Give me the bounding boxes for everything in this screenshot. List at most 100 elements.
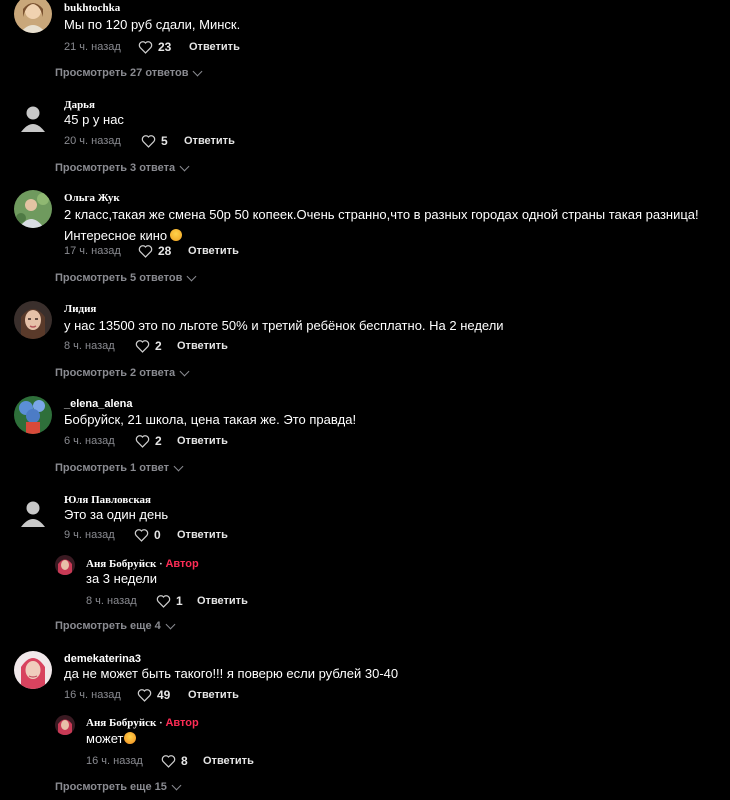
avatar[interactable] [14,0,52,33]
comment-text: Это за один день [64,507,169,522]
heart-icon [141,135,156,148]
view-replies-label: Просмотреть 3 ответа [55,162,176,174]
like-count: 2 [155,434,162,448]
view-replies-button[interactable]: Просмотреть еще 15 [55,780,182,793]
view-replies-button[interactable]: Просмотреть 27 ответов [55,66,203,79]
chevron-down-icon [179,161,190,171]
comment-time: 6 ч. назад [64,435,115,447]
reply-button[interactable]: Ответить [177,435,228,447]
comment-time: 9 ч. назад [64,529,115,541]
smiling-face-emoji-icon [170,229,183,241]
comment-meta: 20 ч. назад 5 Ответить [64,134,284,151]
default-avatar-icon [21,501,45,527]
chevron-down-icon [186,271,197,281]
comment-time: 20 ч. назад [64,135,121,147]
comment-text: 45 р у нас [64,112,124,127]
comment-text: 2 класс,такая же смена 50р 50 копеек.Оче… [64,204,704,246]
like-count: 28 [158,244,172,258]
reply-button[interactable]: Ответить [177,340,228,352]
reply-button[interactable]: Ответить [197,595,248,607]
view-replies-button[interactable]: Просмотреть 5 ответов [55,271,197,284]
heart-icon [138,41,153,54]
heart-icon [134,529,149,542]
view-replies-label: Просмотреть еще 4 [55,620,161,632]
comment-text: Мы по 120 руб сдали, Минск. [64,17,241,32]
like-count: 2 [155,339,162,353]
grinning-face-emoji-icon [124,732,137,744]
avatar[interactable] [55,715,75,735]
avatar[interactable] [14,494,52,532]
reply-meta: 16 ч. назад 8 Ответить [86,754,306,771]
reply-item: Аня Бобруйск · Автор может 16 ч. назад 8… [0,715,730,775]
comment-meta: 9 ч. назад 0 Ответить [64,528,284,545]
like-button[interactable]: 8 [161,754,188,768]
comment-meta: 8 ч. назад 2 Ответить [64,339,284,356]
comment-feed: bukhtochka Мы по 120 руб сдали, Минск. 2… [0,0,730,800]
like-button[interactable]: 49 [137,688,170,702]
reply-time: 8 ч. назад [86,595,137,607]
like-button[interactable]: 5 [141,134,168,148]
view-replies-label: Просмотреть 5 ответов [55,272,183,284]
chevron-down-icon [193,66,203,76]
like-count: 49 [157,688,171,702]
comment-author[interactable]: Лидия [64,303,96,315]
view-replies-button[interactable]: Просмотреть 3 ответа [55,161,190,174]
like-button[interactable]: 23 [138,40,171,54]
comment-author[interactable]: bukhtochka [64,2,120,14]
like-button[interactable]: 28 [138,244,171,258]
comment-meta: 17 ч. назад 28 Ответить [64,244,284,261]
reply-button[interactable]: Ответить [188,689,239,701]
comment-text: да не может быть такого!!! я поверю если… [64,666,399,681]
view-replies-label: Просмотреть 2 ответа [55,367,176,379]
like-count: 5 [161,134,168,148]
like-count: 8 [181,754,188,768]
heart-icon [137,689,152,702]
like-button[interactable]: 1 [156,594,183,608]
comment-time: 21 ч. назад [64,41,121,53]
comment-meta: 6 ч. назад 2 Ответить [64,434,284,451]
chevron-down-icon [173,461,184,471]
comment-time: 16 ч. назад [64,689,121,701]
like-button[interactable]: 0 [134,528,161,542]
heart-icon [138,245,153,258]
reply-text-content: может [86,731,124,746]
chevron-down-icon [171,780,182,790]
like-count: 1 [176,594,183,608]
comment-time: 17 ч. назад [64,245,121,257]
heart-icon [156,595,171,608]
reply-item: Аня Бобруйск · Автор за 3 недели 8 ч. на… [0,554,730,614]
view-replies-label: Просмотреть еще 15 [55,781,167,793]
avatar[interactable] [14,301,52,339]
chevron-down-icon [165,619,176,629]
like-count: 0 [154,528,161,542]
comment-text: у нас 13500 это по льготе 50% и третий р… [64,318,504,333]
heart-icon [161,755,176,768]
like-button[interactable]: 2 [135,434,162,448]
comment-author[interactable]: Ольга Жук [64,192,120,204]
comment-meta: 16 ч. назад 49 Ответить [64,688,284,705]
view-replies-button[interactable]: Просмотреть 2 ответа [55,366,190,379]
reply-button[interactable]: Ответить [184,135,235,147]
reply-meta: 8 ч. назад 1 Ответить [86,594,306,611]
view-replies-label: Просмотреть 27 ответов [55,67,189,79]
view-replies-label: Просмотреть 1 ответ [55,462,170,474]
view-replies-button[interactable]: Просмотреть еще 4 [55,619,176,632]
comment-time: 8 ч. назад [64,340,115,352]
avatar[interactable] [14,190,52,228]
reply-text: за 3 недели [86,571,157,586]
chevron-down-icon [179,366,190,376]
heart-icon [135,340,150,353]
like-button[interactable]: 2 [135,339,162,353]
like-count: 23 [158,40,172,54]
comment-text: Бобруйск, 21 школа, цена такая же. Это п… [64,412,357,427]
avatar[interactable] [14,396,52,434]
reply-time: 16 ч. назад [86,755,143,767]
avatar[interactable] [55,555,75,575]
avatar[interactable] [14,99,52,137]
reply-button[interactable]: Ответить [177,529,228,541]
reply-button[interactable]: Ответить [188,245,239,257]
view-replies-button[interactable]: Просмотреть 1 ответ [55,461,184,474]
avatar[interactable] [14,651,52,689]
reply-button[interactable]: Ответить [189,41,240,53]
reply-button[interactable]: Ответить [203,755,254,767]
